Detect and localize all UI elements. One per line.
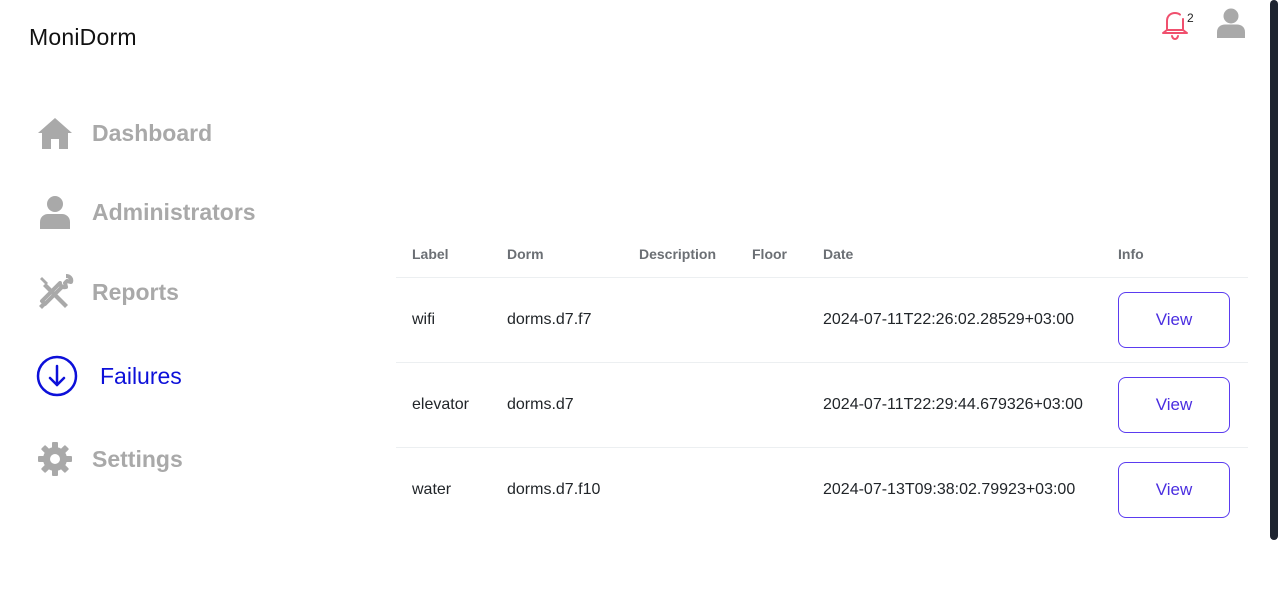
cell-info: View — [1102, 362, 1248, 448]
cell-dorm: dorms.d7.f10 — [507, 480, 601, 498]
sidebar-item-failures[interactable]: Failures — [36, 353, 182, 399]
sidebar-item-reports[interactable]: Reports — [36, 269, 179, 315]
sidebar-item-administrators[interactable]: Administrators — [36, 189, 256, 235]
cell-info: View — [1102, 277, 1248, 363]
cell-floor — [736, 277, 807, 363]
sidebar-item-settings[interactable]: Settings — [36, 436, 183, 482]
view-button[interactable]: View — [1118, 376, 1230, 433]
sidebar-item-label: Failures — [100, 362, 182, 389]
cell-date: 2024-07-11T22:29:44.679326+03:00 — [807, 362, 1102, 448]
cell-label: wifi — [396, 277, 491, 363]
cell-floor — [736, 447, 807, 532]
cell-label: water — [412, 480, 452, 498]
failures-table: Label Dorm Description Floor Date Info w… — [396, 232, 1248, 532]
app-root: MoniDorm 2 Dashboard Administrators Repo… — [0, 0, 1280, 611]
table-row: wifi dorms.d7.f7 2024-07-11T22:26:02.285… — [396, 277, 1248, 363]
sidebar-item-label: Administrators — [92, 198, 256, 225]
arrow-down-circle-icon — [36, 355, 78, 397]
cell-date: 2024-07-11T22:26:02.28529+03:00 — [807, 277, 1102, 363]
view-button[interactable]: View — [1118, 291, 1230, 348]
cell-description — [623, 277, 736, 363]
view-button[interactable]: View — [1118, 461, 1230, 518]
brand-title: MoniDorm — [29, 24, 137, 50]
table-row: water dorms.d7.f10 2024-07-13T09:38:02.7… — [396, 447, 1248, 532]
column-header-date: Date — [807, 232, 1102, 278]
scrollbar[interactable] — [1270, 0, 1278, 540]
cell-description — [623, 447, 736, 532]
cell-floor — [736, 362, 807, 448]
failures-table-container: Label Dorm Description Floor Date Info w… — [396, 232, 1248, 532]
sidebar-item-dashboard[interactable]: Dashboard — [36, 110, 212, 156]
column-header-dorm: Dorm — [491, 232, 623, 278]
table-row: elevator dorms.d7 2024-07-11T22:29:44.67… — [396, 362, 1248, 448]
column-header-info: Info — [1102, 232, 1248, 278]
notifications-badge: 2 — [1187, 11, 1194, 25]
table-header-row: Label Dorm Description Floor Date Info — [396, 232, 1248, 278]
gear-icon — [36, 440, 74, 478]
user-avatar-icon[interactable] — [1213, 4, 1249, 40]
column-header-label: Label — [396, 232, 491, 278]
column-header-description: Description — [623, 232, 736, 278]
cell-dorm: dorms.d7.f7 — [491, 277, 623, 363]
cell-info: View — [1102, 447, 1248, 532]
sidebar-item-label: Settings — [92, 445, 183, 472]
user-icon — [36, 193, 74, 231]
tools-icon — [36, 273, 74, 311]
column-header-floor: Floor — [736, 232, 807, 278]
cell-dorm: dorms.d7 — [491, 362, 623, 448]
home-icon — [36, 114, 74, 152]
cell-date: 2024-07-13T09:38:02.79923+03:00 — [823, 480, 1076, 498]
cell-description — [623, 362, 736, 448]
sidebar-item-label: Dashboard — [92, 119, 213, 146]
sidebar-item-label: Reports — [92, 278, 179, 305]
cell-label: elevator — [396, 362, 491, 448]
